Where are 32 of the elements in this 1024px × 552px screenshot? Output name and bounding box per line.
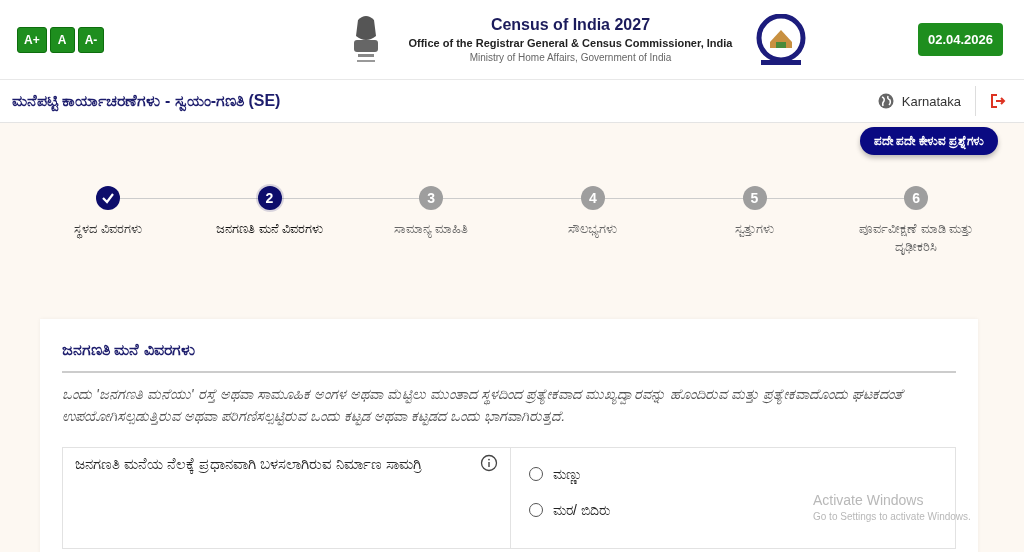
- step-label: ಜನಗಣತಿ ಮನೆ ವಿವರಗಳು: [215, 220, 324, 238]
- step-label: ಸ್ಥಳದ ವಿವರಗಳು: [74, 220, 142, 238]
- state-name: Karnataka: [901, 93, 961, 109]
- step-marker: 5: [742, 186, 767, 210]
- census-logo-icon: [756, 13, 807, 66]
- step-marker: 4: [580, 186, 605, 210]
- globe-icon: [877, 93, 894, 109]
- font-size-button[interactable]: A-: [77, 26, 105, 53]
- section-title: ಜನಗಣತಿ ಮನೆ ವಿವರಗಳು: [62, 341, 956, 373]
- info-icon[interactable]: [480, 454, 498, 472]
- step-label: ಸ್ವತ್ತುಗಳು: [735, 220, 774, 238]
- font-size-button[interactable]: A+: [17, 26, 47, 53]
- question-label: ಜನಗಣತಿ ಮನೆಯ ನೆಲಕ್ಕೆ ಪ್ರಧಾನವಾಗಿ ಬಳಸಲಾಗಿರುವ ನಿರ್ಮಾಣ ಸಾಮಗ್ರಿ: [75, 455, 424, 476]
- step-label: ಸಾಮಾನ್ಯ ಮಾಹಿತಿ: [393, 220, 469, 238]
- step-label: ಪೂರ್ವವೀಕ್ಷಣೆ ಮಾಡಿ ಮತ್ತು ದೃಢೀಕರಿಸಿ: [858, 220, 975, 256]
- section-description: ಒಂದು 'ಜನಗಣತಿ ಮನೆಯು' ರಸ್ತೆ ಅಥವಾ ಸಾಮೂಹಿಕ ಅಂಗಳ ಅಥವಾ ಮೆಟ್ಟಿಲು ಮುಂತಾದ ಸ್ಥಳದಿಂದ ಪ್ರತ್ಯೇಕವಾದ ಮುಖ್ಯದ್ವಾರವನ್ನು ಹೊಂದಿರುವ ಮತ್ತು ಪ್ರತ್ಯೇಕವಾದೊಂದು ಘಟಕದಂತೆ ಉಪಯೋಗಿಸಲ್ಪಡುತ್ತಿರುವ ಅಥವಾ ಪರಿಗಣಿಸಲ್ಪಟ್ಟಿರುವ ಒಂದು ಕಟ್ಟಡ ಅಥವಾ ಕಟ್ಟಡದ ಒಂದು ಭಾಗವಾಗಿರುತ್ತದೆ.: [62, 385, 906, 427]
- step-marker: 2: [257, 186, 282, 210]
- activation-notice: Activate Windows: [813, 492, 925, 508]
- ministry-text: Ministry of Home Affairs, Government of India: [468, 52, 673, 63]
- step-marker: 3: [419, 186, 444, 210]
- date-button[interactable]: 02.04.2026: [917, 23, 1003, 56]
- logout-icon[interactable]: [990, 93, 1006, 109]
- step-marker: 6: [904, 186, 929, 210]
- office-subtitle: Office of the Registrar General & Census Commissioner, India: [408, 37, 733, 49]
- font-size-button[interactable]: A: [49, 26, 75, 53]
- step-label: ಸೌಲಭ್ಯಗಳು: [568, 220, 618, 238]
- option-label: ಮಣ್ಣು: [553, 465, 582, 483]
- activation-hint: Go to Settings to activate Windows.: [813, 511, 971, 522]
- faq-button[interactable]: ಪದೇ ಪದೇ ಕೇಳುವ ಪ್ರಶ್ನೆಗಳು: [860, 127, 998, 155]
- page-title: ಮನೆಪಟ್ಟಿ ಕಾರ್ಯಾಚರಣೆಗಳು - ಸ್ವಯಂ-ಗಣತಿ (SE): [12, 92, 878, 110]
- site-title: Census of India 2027: [489, 16, 652, 34]
- option-label: ಮರ/ ಬಿದಿರು: [553, 501, 610, 519]
